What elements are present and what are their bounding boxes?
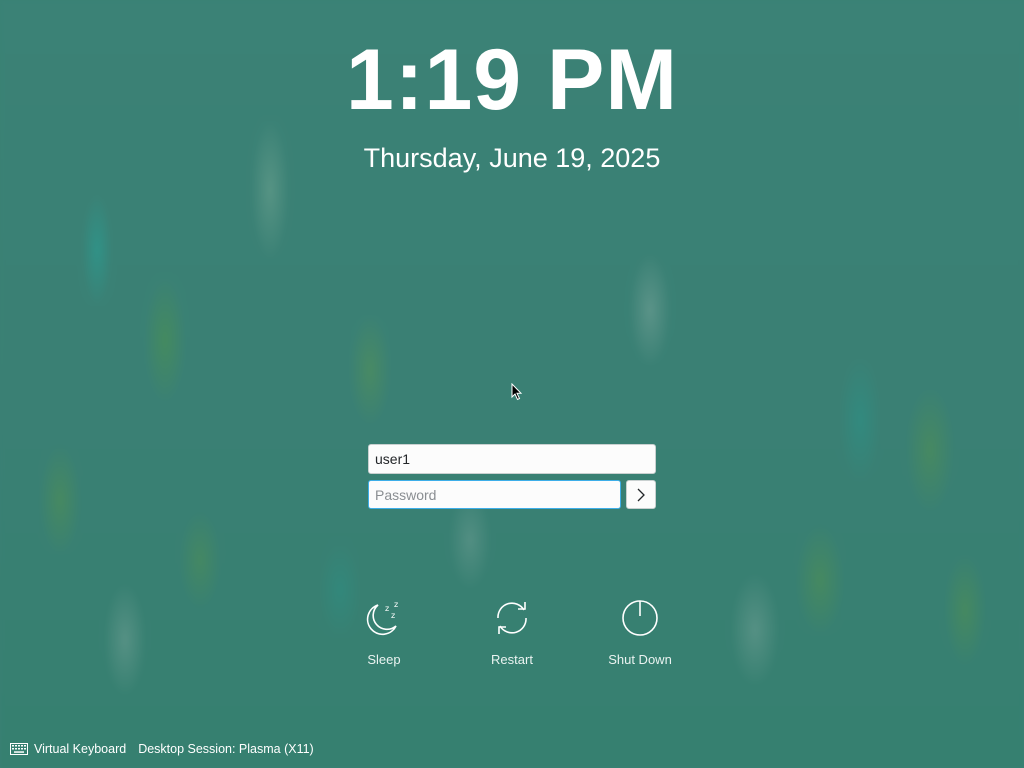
clock-time: 1:19 PM <box>345 32 679 128</box>
sleep-label: Sleep <box>367 652 401 667</box>
keyboard-icon <box>10 743 28 755</box>
virtual-keyboard-label: Virtual Keyboard <box>34 742 127 756</box>
restart-label: Restart <box>491 652 533 667</box>
desktop-session-label: Desktop Session: Plasma (X11) <box>138 742 314 756</box>
password-field[interactable] <box>368 480 621 509</box>
virtual-keyboard-button[interactable]: Virtual Keyboard <box>10 742 126 756</box>
desktop-session-selector[interactable]: Desktop Session: Plasma (X11) <box>138 742 314 756</box>
power-icon <box>622 600 658 636</box>
svg-text:z: z <box>385 604 389 613</box>
mouse-pointer-icon <box>511 383 523 401</box>
restart-button[interactable]: Restart <box>462 596 562 667</box>
svg-text:z: z <box>391 611 395 620</box>
clock-date: Thursday, June 19, 2025 <box>363 143 661 173</box>
restart-icon <box>497 602 527 634</box>
sleep-icon: z z z <box>366 600 398 636</box>
footer-bar: Virtual Keyboard Desktop Session: Plasma… <box>10 740 326 758</box>
svg-text:z: z <box>394 600 398 609</box>
login-submit-button[interactable] <box>626 480 656 509</box>
username-field[interactable] <box>368 444 656 474</box>
sleep-button[interactable]: z z z Sleep <box>334 596 434 667</box>
shutdown-button[interactable]: Shut Down <box>590 596 690 667</box>
chevron-right-icon <box>637 488 645 501</box>
shutdown-label: Shut Down <box>608 652 672 667</box>
